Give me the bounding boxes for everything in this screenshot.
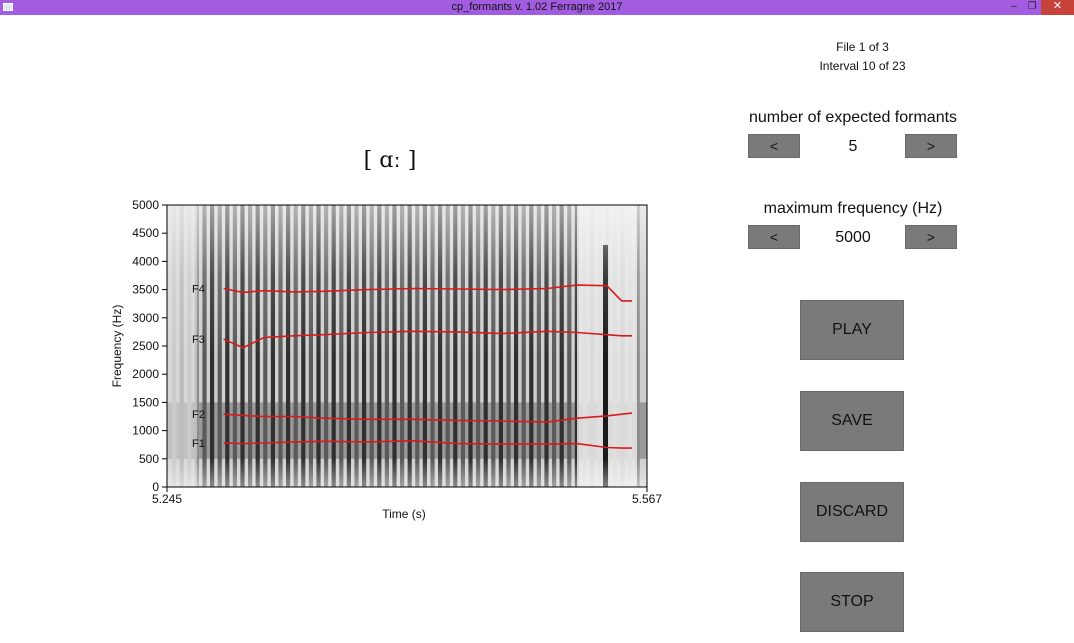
y-tick-label: 2500 xyxy=(132,339,159,353)
y-tick-label: 2000 xyxy=(132,367,159,381)
y-axis: 0500100015002000250030003500400045005000 xyxy=(132,198,167,494)
y-tick-label: 1000 xyxy=(132,424,159,438)
y-tick-label: 5000 xyxy=(132,198,159,212)
y-tick-label: 3000 xyxy=(132,311,159,325)
formant-label-f4: F4 xyxy=(192,283,205,295)
x-tick-label: 5.567 xyxy=(632,492,662,506)
y-tick-label: 4500 xyxy=(132,226,159,240)
y-tick-label: 500 xyxy=(139,452,159,466)
x-tick-label: 5.245 xyxy=(152,492,182,506)
formant-label-f3: F3 xyxy=(192,334,205,346)
x-axis: 5.245 5.567 xyxy=(152,487,662,506)
y-tick-label: 1500 xyxy=(132,395,159,409)
spectrogram-plot: F1F2F3F4 0500100015002000250030003500400… xyxy=(110,198,662,521)
formant-label-f1: F1 xyxy=(192,438,205,450)
x-axis-label: Time (s) xyxy=(382,507,426,521)
y-tick-label: 4000 xyxy=(132,254,159,268)
y-axis-label: Frequency (Hz) xyxy=(110,305,124,388)
y-tick-label: 3500 xyxy=(132,283,159,297)
formant-label-f2: F2 xyxy=(192,409,205,421)
